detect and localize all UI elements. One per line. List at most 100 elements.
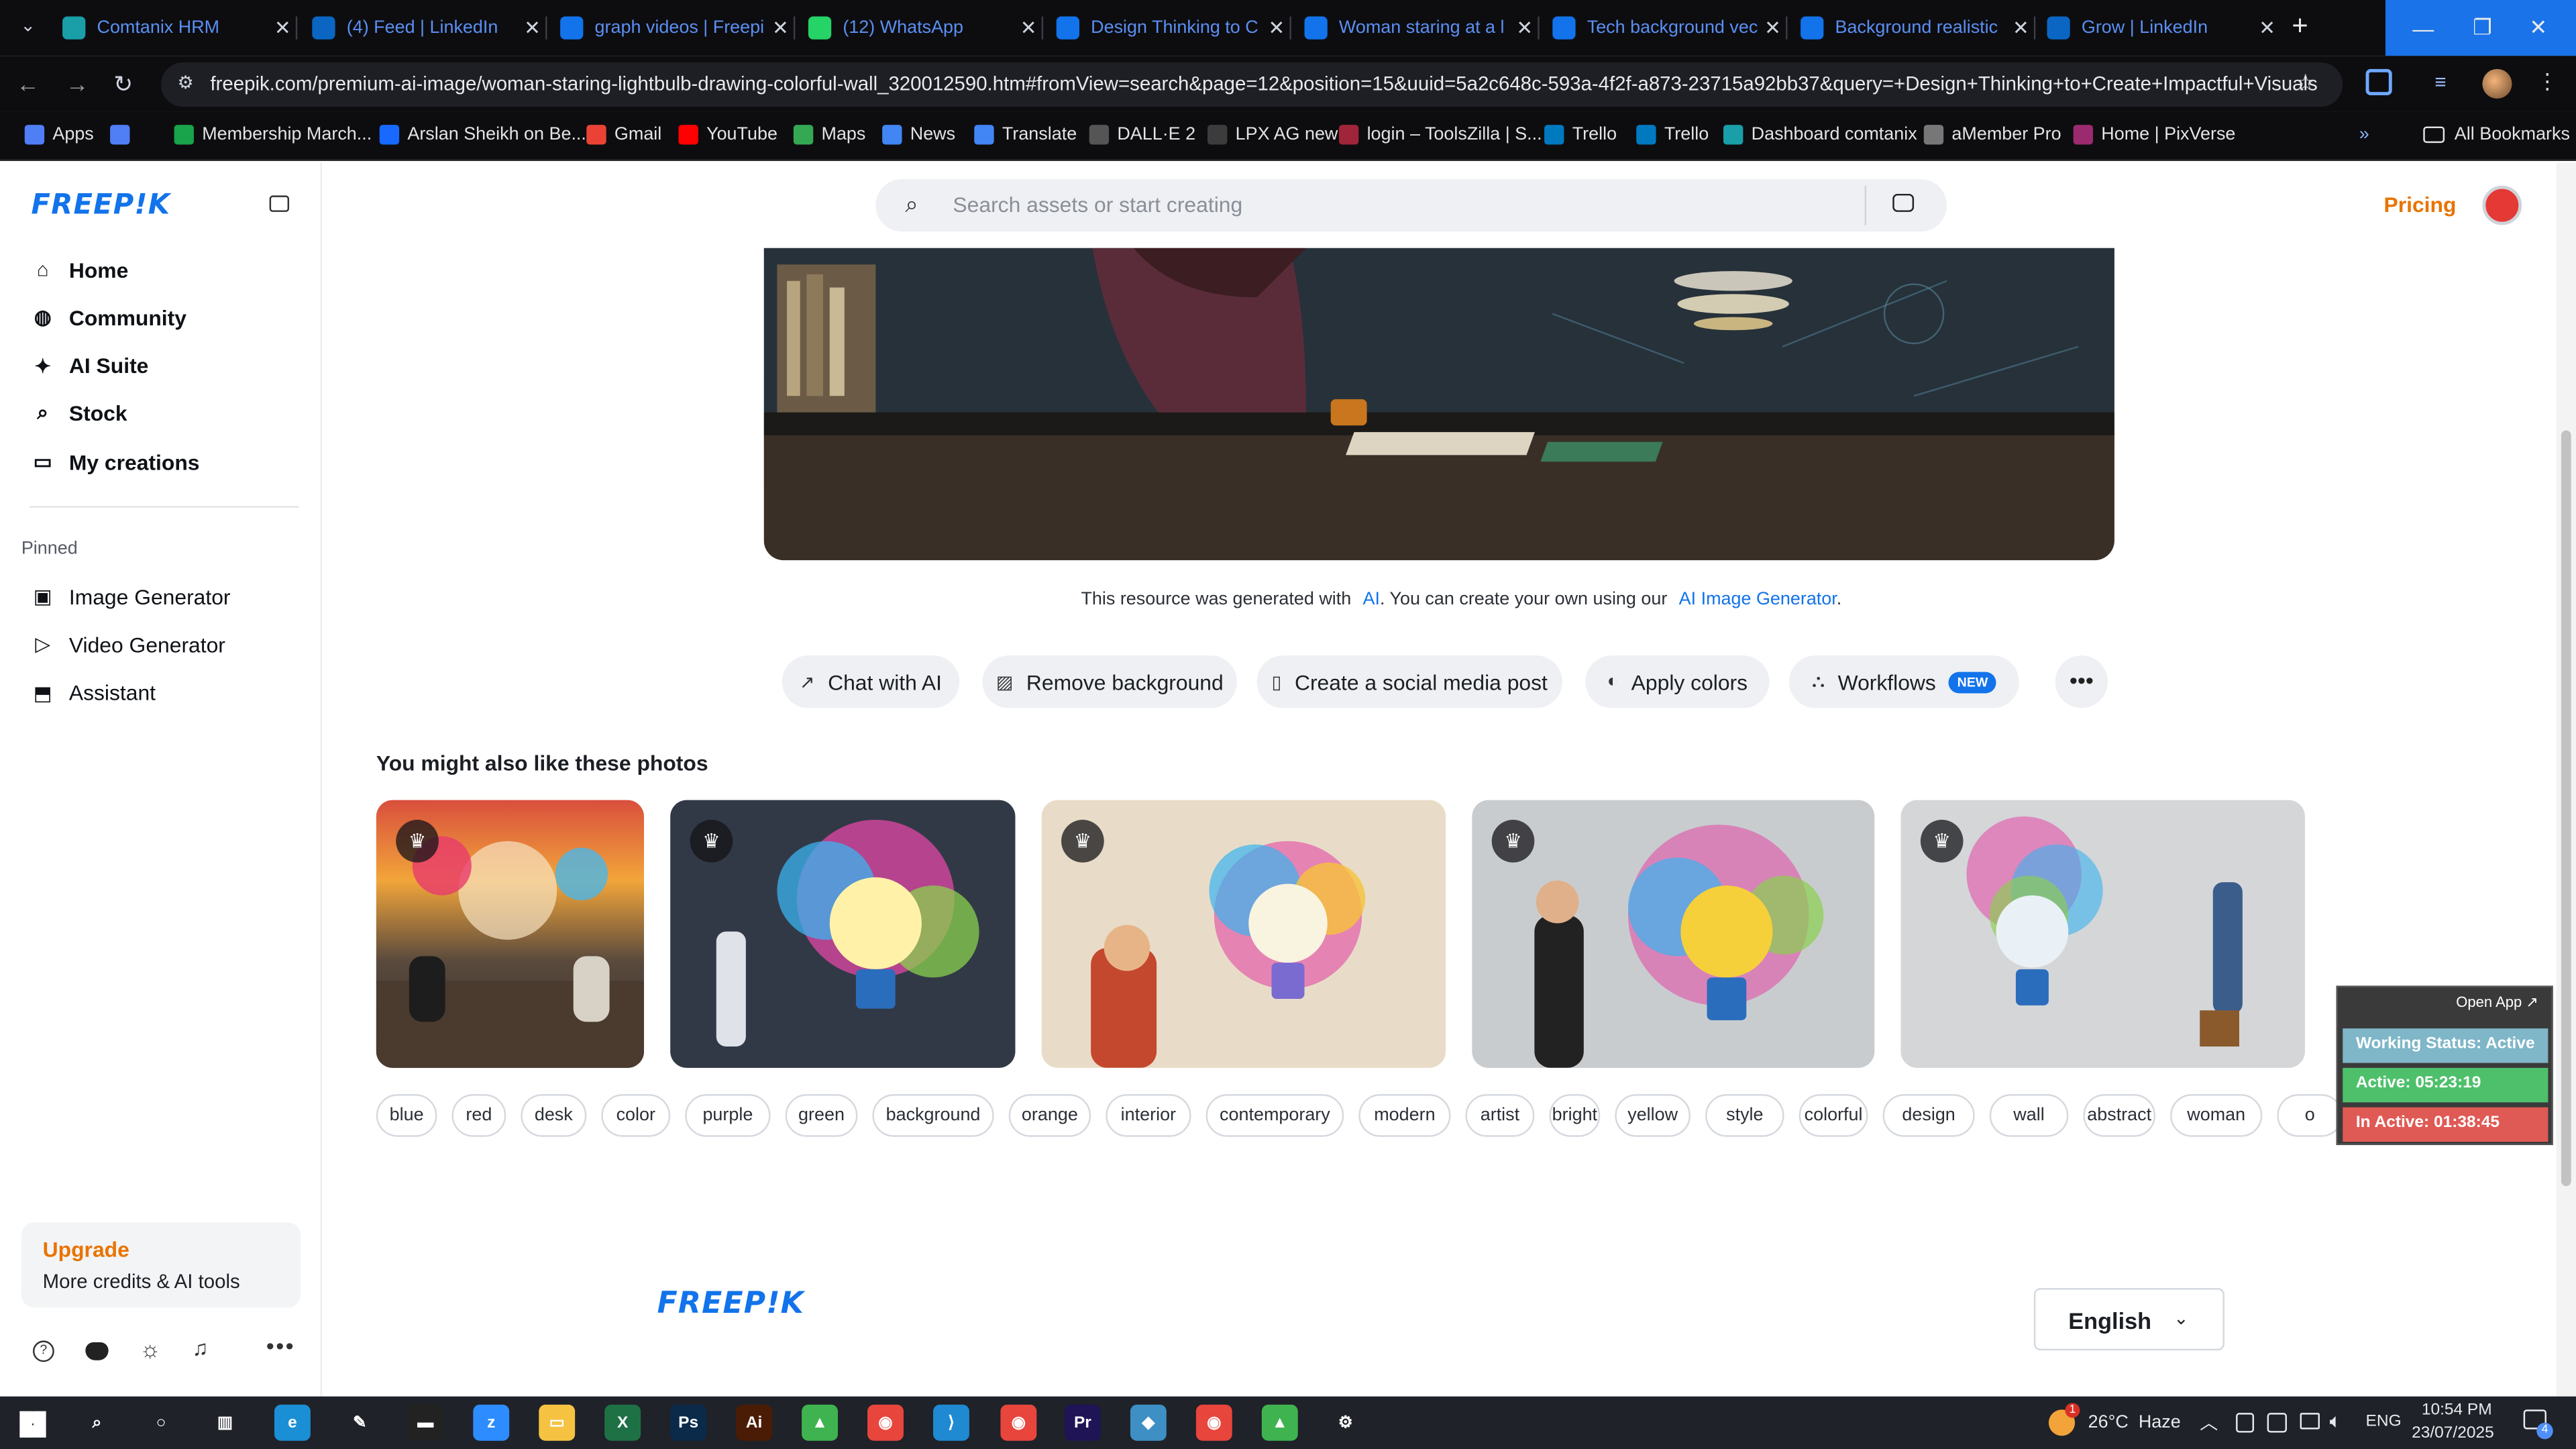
weather-text[interactable]: 26°C Haze	[2088, 1413, 2181, 1432]
bookmark-item[interactable]: Home | PixVerse	[2073, 112, 2235, 158]
task-view-icon[interactable]: ▥	[207, 1405, 244, 1441]
settings-icon[interactable]: ⚙	[1328, 1405, 1364, 1441]
search-input[interactable]: Search assets or start creating	[953, 193, 1242, 217]
action-workflows[interactable]: ⛬ Workflows NEW	[1788, 655, 2019, 708]
collapse-sidebar-icon[interactable]	[269, 195, 290, 212]
tray-chevron-icon[interactable]: ︿	[2200, 1409, 2218, 1436]
freepik-logo[interactable]: FREEP!K	[32, 189, 171, 222]
bookmark-item[interactable]: Maps	[793, 112, 865, 158]
tag-chip[interactable]: yellow	[1615, 1094, 1691, 1137]
action-apply-colors[interactable]: ◐ Apply colors	[1585, 655, 1770, 708]
tag-chip[interactable]: green	[785, 1094, 858, 1137]
browser-tab[interactable]: Comtanix HRM ✕	[49, 0, 295, 56]
tag-chip[interactable]: wall	[1989, 1094, 2069, 1137]
tab-close-icon[interactable]: ✕	[1511, 16, 1538, 39]
tray-meet-icon[interactable]	[2267, 1413, 2288, 1433]
related-photo-2[interactable]: ♛	[670, 800, 1016, 1068]
clock-date[interactable]: 23/07/2025	[2412, 1424, 2494, 1442]
upgrade-card[interactable]: Upgrade More credits & AI tools	[21, 1222, 301, 1308]
tab-close-icon[interactable]: ✕	[2008, 16, 2034, 39]
tag-chip[interactable]: design	[1882, 1094, 1975, 1137]
tag-chip[interactable]: abstract	[2083, 1094, 2156, 1137]
bookmark-item[interactable]: Dashboard comtanix	[1723, 112, 1917, 158]
related-photo-1[interactable]: ♛	[376, 800, 645, 1068]
footer-freepik-logo[interactable]: FREEP!K	[657, 1287, 804, 1321]
tab-close-icon[interactable]: ✕	[270, 16, 296, 39]
input-language[interactable]: ENG	[2366, 1413, 2402, 1431]
search-bar[interactable]: ⌕ Search assets or start creating	[875, 178, 1947, 232]
chrome-2-icon[interactable]: ◉	[1195, 1404, 1232, 1441]
browser-menu-icon[interactable]: ⋮	[2536, 69, 2558, 95]
bookmark-item[interactable]: News	[882, 112, 955, 158]
windows-start-icon[interactable]	[19, 1411, 46, 1438]
network-icon[interactable]	[2300, 1413, 2320, 1430]
bookmark-item[interactable]: DALL·E 2	[1089, 112, 1195, 158]
tag-chip[interactable]: artist	[1465, 1094, 1535, 1137]
bookmark-item[interactable]: Gmail	[586, 112, 661, 158]
more-bookmarks-icon[interactable]: »	[2359, 112, 2369, 158]
tab-close-icon[interactable]: ✕	[1263, 16, 1289, 39]
tag-chip[interactable]: interior	[1106, 1094, 1191, 1137]
notifications-bell-icon[interactable]: ♫	[193, 1336, 209, 1360]
bookmark-item[interactable]: YouTube	[678, 112, 777, 158]
vscode-icon[interactable]: ⟩	[933, 1404, 969, 1441]
file-explorer-icon[interactable]: ▭	[539, 1404, 576, 1441]
tab-close-icon[interactable]: ✕	[2254, 16, 2280, 39]
photoshop-icon[interactable]: Ps	[670, 1404, 707, 1441]
cortana-icon[interactable]: ○	[143, 1405, 179, 1441]
bookmark-item[interactable]: aMember Pro	[1923, 112, 2061, 158]
user-avatar[interactable]	[2482, 185, 2522, 225]
action-remove-background[interactable]: ▨ Remove background	[982, 655, 1238, 708]
chrome-active-icon[interactable]: ◉	[1000, 1404, 1037, 1441]
app-blue-icon[interactable]: ◆	[1130, 1404, 1167, 1441]
sidebar-item-my-creations[interactable]: ▭ My creations	[30, 444, 200, 480]
search-taskbar-icon[interactable]: ⌕	[79, 1405, 115, 1441]
help-icon[interactable]: ?	[32, 1340, 54, 1362]
language-selector[interactable]: English ⌄	[2033, 1288, 2224, 1351]
premiere-icon[interactable]: Pr	[1064, 1404, 1101, 1441]
tab-close-icon[interactable]: ✕	[519, 16, 545, 39]
bookmark-item[interactable]: Arslan Sheikh on Be...	[379, 112, 586, 158]
pricing-link[interactable]: Pricing	[2383, 193, 2456, 217]
back-icon[interactable]: ←	[13, 69, 43, 99]
new-tab-icon[interactable]: +	[2286, 10, 2315, 43]
pinned-item-image-generator[interactable]: ▣ Image Generator	[30, 578, 231, 614]
browser-tab[interactable]: Design Thinking to C ✕	[1043, 0, 1289, 56]
page-scrollbar[interactable]	[2556, 162, 2576, 1397]
sidebar-item-ai-suite[interactable]: ✦ AI Suite	[30, 347, 148, 384]
tag-chip[interactable]: background	[872, 1094, 994, 1137]
bookmark-item[interactable]: LPX AG new	[1208, 112, 1338, 158]
tag-chip[interactable]: color	[601, 1094, 671, 1137]
bookmark-item[interactable]: Membership March...	[174, 112, 372, 158]
bookmark-item[interactable]: login – ToolsZilla | S...	[1338, 112, 1542, 158]
related-photo-4[interactable]: ♛	[1472, 800, 1875, 1068]
url-bar[interactable]: ⚙ freepik.com/premium-ai-image/woman-sta…	[161, 62, 2343, 107]
tag-chip[interactable]: modern	[1358, 1094, 1451, 1137]
ai-image-generator-link[interactable]: AI Image Generator	[1679, 590, 1837, 609]
browser-tab[interactable]: Background realistic ✕	[1788, 0, 2034, 56]
zoom-icon[interactable]: z	[473, 1404, 510, 1441]
action-create-a-social-media-post[interactable]: ▯ Create a social media post	[1256, 655, 1562, 708]
forward-icon[interactable]: →	[62, 69, 92, 99]
pen-icon[interactable]: ✎	[341, 1405, 378, 1441]
theme-sun-icon[interactable]: ☼	[140, 1336, 160, 1362]
tag-chip[interactable]: colorful	[1799, 1094, 1868, 1137]
tab-close-icon[interactable]: ✕	[767, 16, 794, 39]
pinned-item-assistant[interactable]: ⬒ Assistant	[30, 675, 156, 711]
close-window-icon[interactable]: ✕	[2500, 0, 2576, 56]
tag-chip[interactable]: purple	[685, 1094, 771, 1137]
reload-icon[interactable]: ↻	[109, 69, 138, 99]
chrome-icon[interactable]: ◉	[867, 1404, 904, 1441]
tag-chip[interactable]: blue	[376, 1094, 437, 1137]
scrollbar-thumb[interactable]	[2561, 430, 2571, 1187]
edge-icon[interactable]: e	[274, 1404, 311, 1441]
site-info-icon[interactable]: ⚙	[177, 72, 193, 93]
ai-link[interactable]: AI	[1363, 590, 1380, 609]
sidebar-item-community[interactable]: ◍ Community	[30, 299, 186, 335]
sidebar-item-home[interactable]: ⌂ Home	[30, 252, 129, 288]
tag-chip[interactable]: bright	[1549, 1094, 1601, 1137]
tag-chip[interactable]: woman	[2170, 1094, 2263, 1137]
more-actions-button[interactable]: •••	[2055, 655, 2108, 708]
browser-tab[interactable]: Tech background vec ✕	[1540, 0, 1786, 56]
browser-tab[interactable]: (12) WhatsApp ✕	[795, 0, 1041, 56]
